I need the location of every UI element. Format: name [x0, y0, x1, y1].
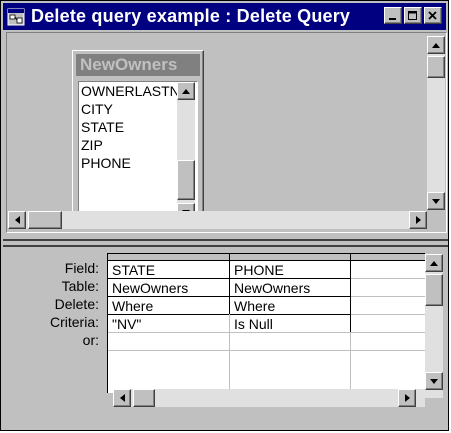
- grid-cell-or-3[interactable]: [351, 333, 406, 351]
- close-icon: [425, 8, 441, 23]
- grid-vscrollbar[interactable]: [425, 254, 443, 398]
- field-list-item[interactable]: STATE: [79, 118, 177, 136]
- grid-scroll-right-button[interactable]: [398, 389, 416, 407]
- grid-hscroll-thumb[interactable]: [133, 389, 155, 407]
- field-list-title[interactable]: NewOwners: [76, 54, 200, 76]
- field-list-window[interactable]: NewOwners OWNERLASTNAME CITY STATE ZIP P…: [72, 50, 204, 229]
- field-list[interactable]: OWNERLASTNAME CITY STATE ZIP PHONE: [78, 81, 198, 224]
- table-pane-scroll-left-button[interactable]: [8, 211, 26, 229]
- arrow-left-icon: [119, 394, 125, 402]
- grid-scroll-left-button[interactable]: [113, 389, 131, 407]
- window-title: Delete query example : Delete Query: [31, 6, 351, 26]
- maximize-icon: [405, 8, 421, 23]
- table-pane-hscrollbar[interactable]: [8, 211, 427, 229]
- grid-scroll-down-button[interactable]: [425, 372, 443, 390]
- grid-cell-table-1[interactable]: NewOwners: [108, 279, 229, 297]
- query-window: Delete query example : Delete Query NewO…: [0, 0, 449, 431]
- grid-cell-table-2[interactable]: NewOwners: [230, 279, 350, 297]
- grid-cell-or-1[interactable]: [108, 333, 229, 351]
- arrow-up-icon: [432, 42, 440, 48]
- table-pane[interactable]: NewOwners OWNERLASTNAME CITY STATE ZIP P…: [6, 32, 447, 233]
- field-list-scrollbar[interactable]: [177, 82, 195, 221]
- table-pane-vscroll-thumb[interactable]: [427, 56, 445, 78]
- table-pane-scroll-right-button[interactable]: [409, 211, 427, 229]
- field-list-item[interactable]: OWNERLASTNAME: [79, 82, 177, 100]
- arrow-down-icon: [430, 378, 438, 384]
- grid-cell-field-3[interactable]: [351, 261, 406, 279]
- grid-cell-delete-1[interactable]: Where: [108, 297, 229, 315]
- minimize-icon: [385, 8, 401, 23]
- grid-cell-delete-3[interactable]: [351, 297, 406, 315]
- arrow-right-icon: [404, 394, 410, 402]
- query-window-icon[interactable]: [7, 8, 25, 26]
- row-label-table: Table:: [61, 278, 99, 294]
- design-grid-row-labels: Field: Table: Delete: Criteria: or:: [11, 259, 99, 349]
- arrow-up-icon: [430, 260, 438, 266]
- field-list-item[interactable]: PHONE: [79, 154, 177, 172]
- table-pane-scroll-up-button[interactable]: [427, 36, 445, 54]
- pane-splitter[interactable]: [3, 239, 448, 247]
- grid-cell-or-2[interactable]: [230, 333, 350, 351]
- table-pane-hscroll-thumb[interactable]: [28, 211, 62, 229]
- table-pane-vscrollbar[interactable]: [427, 36, 445, 210]
- grid-cell-criteria-1[interactable]: "NV": [108, 315, 229, 333]
- grid-hscrollbar[interactable]: [113, 389, 425, 407]
- field-list-item[interactable]: CITY: [79, 100, 177, 118]
- grid-cell-field-2[interactable]: PHONE: [230, 261, 350, 279]
- arrow-left-icon: [14, 216, 20, 224]
- row-label-criteria: Criteria:: [49, 314, 99, 330]
- field-list-scroll-thumb[interactable]: [177, 160, 195, 200]
- grid-scroll-up-button[interactable]: [425, 254, 443, 272]
- grid-cell-criteria-2[interactable]: Is Null: [230, 315, 350, 333]
- field-list-scroll-up-button[interactable]: [177, 82, 195, 100]
- row-label-or: or:: [82, 332, 99, 348]
- close-button[interactable]: [424, 7, 442, 24]
- grid-cell-table-3[interactable]: [351, 279, 406, 297]
- maximize-button[interactable]: [404, 7, 422, 24]
- arrow-right-icon: [415, 216, 421, 224]
- table-pane-scroll-down-button[interactable]: [427, 192, 445, 210]
- minimize-button[interactable]: [384, 7, 402, 24]
- grid-vscroll-thumb[interactable]: [425, 274, 443, 306]
- grid-cell-criteria-3[interactable]: [351, 315, 406, 333]
- grid-cell-field-1[interactable]: STATE: [108, 261, 229, 279]
- arrow-down-icon: [432, 198, 440, 204]
- grid-cell-delete-2[interactable]: Where: [230, 297, 350, 315]
- arrow-up-icon: [182, 88, 190, 94]
- title-bar[interactable]: Delete query example : Delete Query: [3, 3, 446, 30]
- design-grid[interactable]: STATE NewOwners Where "NV" PHONE NewOwne…: [107, 253, 426, 394]
- row-label-field: Field:: [64, 260, 99, 276]
- field-list-item[interactable]: ZIP: [79, 136, 177, 154]
- row-label-delete: Delete:: [54, 296, 99, 312]
